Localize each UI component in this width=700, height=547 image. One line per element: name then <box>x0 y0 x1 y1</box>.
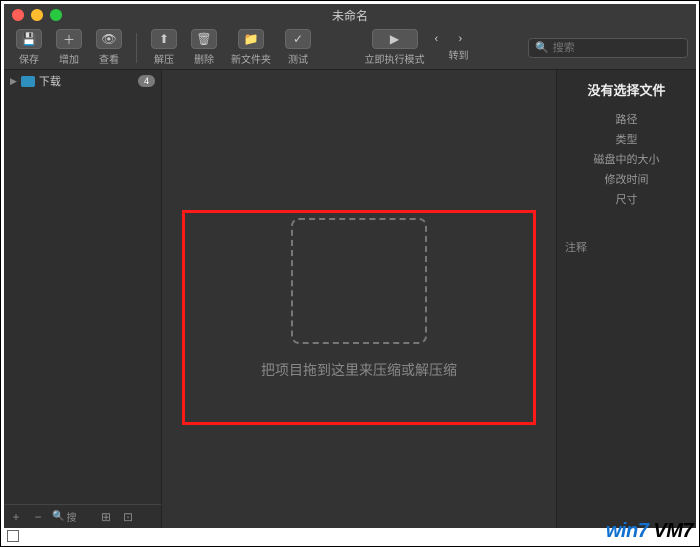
disclosure-triangle-icon[interactable]: ▶ <box>10 76 17 87</box>
new-folder-icon: 📁 <box>238 29 264 49</box>
close-window-icon[interactable] <box>12 9 24 21</box>
inspector-row-disksize: 磁盘中的大小 <box>565 149 688 169</box>
inspector-row-modified: 修改时间 <box>565 169 688 189</box>
separator <box>136 33 137 63</box>
test-icon: ✓ <box>285 29 311 49</box>
main-content: 把项目拖到这里来压缩或解压缩 <box>162 70 556 528</box>
search-input[interactable] <box>553 42 681 54</box>
footer-icon-2[interactable]: ⊡ <box>120 509 136 525</box>
drop-hint: 把项目拖到这里来压缩或解压缩 <box>261 360 457 380</box>
sidebar-item-downloads[interactable]: ▶ 下载 4 <box>4 70 161 92</box>
minimize-window-icon[interactable] <box>31 9 43 21</box>
nav-label: 转到 <box>449 47 469 62</box>
add-item-button[interactable]: + <box>8 509 24 525</box>
run-mode-icon: ▶ <box>372 29 418 49</box>
count-badge: 4 <box>138 75 155 87</box>
traffic-lights <box>12 9 62 21</box>
titlebar: 未命名 <box>4 4 696 26</box>
delete-icon: 🗑 <box>191 29 217 49</box>
sidebar-item-label: 下载 <box>39 73 61 89</box>
sidebar-search[interactable]: 🔍搜 <box>52 509 92 524</box>
delete-button[interactable]: 🗑 删除 <box>187 29 221 66</box>
window-title: 未命名 <box>4 7 696 24</box>
forward-button[interactable]: › <box>459 33 483 45</box>
save-icon: 💾 <box>16 29 42 49</box>
save-button[interactable]: 💾 保存 <box>12 29 46 66</box>
remove-item-button[interactable]: − <box>30 509 46 525</box>
inspector-notes-label: 注释 <box>565 239 688 255</box>
search-icon: 🔍 <box>535 41 549 54</box>
watermark: win7 VM7 <box>606 520 693 543</box>
run-mode-button[interactable]: ▶ 立即执行模式 <box>361 29 429 66</box>
corner-checkbox[interactable] <box>7 530 19 542</box>
extract-button[interactable]: ⬆ 解压 <box>147 29 181 66</box>
new-folder-button[interactable]: 📁 新文件夹 <box>227 29 275 66</box>
toolbar: 💾 保存 ＋ 增加 👁 查看 ⬆ 解压 🗑 删除 📁 新文件夹 ✓ 测试 <box>4 26 696 70</box>
nav-buttons: ‹ › <box>435 33 483 45</box>
app-window: 未命名 💾 保存 ＋ 增加 👁 查看 ⬆ 解压 🗑 删除 📁 新文件夹 ✓ <box>4 4 696 528</box>
extract-icon: ⬆ <box>151 29 177 49</box>
sidebar: ▶ 下载 4 + − 🔍搜 ⊞ ⊡ <box>4 70 162 528</box>
inspector-row-path: 路径 <box>565 109 688 129</box>
view-button[interactable]: 👁 查看 <box>92 29 126 66</box>
dropzone-icon <box>291 218 427 344</box>
inspector-row-dimensions: 尺寸 <box>565 189 688 209</box>
folder-icon <box>21 76 35 87</box>
inspector-title: 没有选择文件 <box>565 80 688 99</box>
view-icon: 👁 <box>96 29 122 49</box>
inspector-panel: 没有选择文件 路径 类型 磁盘中的大小 修改时间 尺寸 注释 <box>556 70 696 528</box>
add-button[interactable]: ＋ 增加 <box>52 29 86 66</box>
inspector-row-type: 类型 <box>565 129 688 149</box>
back-button[interactable]: ‹ <box>435 33 459 45</box>
search-box[interactable]: 🔍 <box>528 38 688 58</box>
add-icon: ＋ <box>56 29 82 49</box>
maximize-window-icon[interactable] <box>50 9 62 21</box>
drop-area[interactable]: 把项目拖到这里来压缩或解压缩 <box>261 218 457 380</box>
test-button[interactable]: ✓ 测试 <box>281 29 315 66</box>
footer-icon-1[interactable]: ⊞ <box>98 509 114 525</box>
sidebar-footer: + − 🔍搜 ⊞ ⊡ <box>4 504 161 528</box>
